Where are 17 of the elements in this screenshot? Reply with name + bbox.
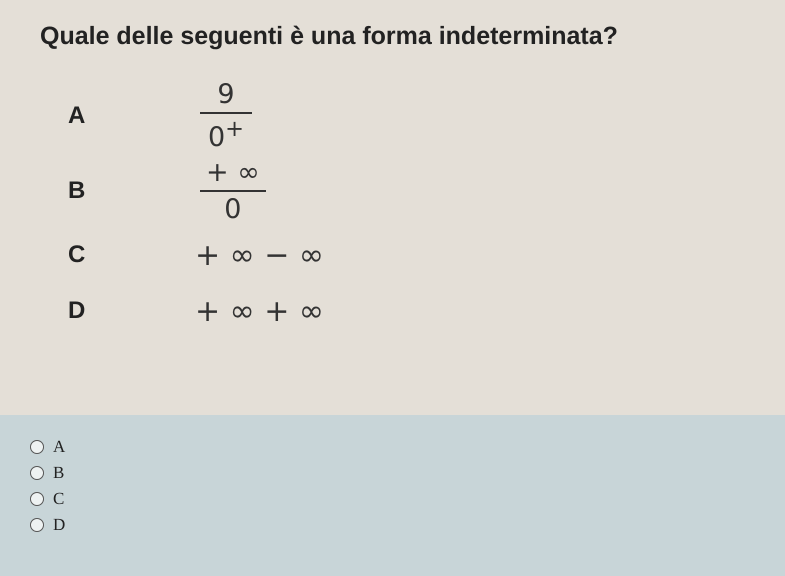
choice-label[interactable]: A	[53, 437, 66, 457]
choice-label[interactable]: B	[53, 463, 64, 483]
math-expression: + ∞ + ∞	[195, 294, 324, 328]
option-letter: A	[67, 102, 86, 130]
radio-button[interactable]	[30, 518, 44, 532]
radio-button[interactable]	[30, 440, 44, 454]
choice-label[interactable]: C	[53, 489, 64, 509]
option-letter: D	[67, 297, 86, 325]
option-letter: B	[67, 177, 86, 205]
question-text: Quale delle seguenti è una forma indeterminata?	[40, 22, 619, 51]
option-letter: C	[67, 241, 86, 269]
fraction: + ∞ 0	[200, 157, 266, 225]
choice-label[interactable]: D	[53, 515, 66, 535]
fraction: 9 0$^{+}$	[200, 79, 252, 153]
radio-button[interactable]	[30, 492, 44, 506]
radio-button[interactable]	[30, 466, 44, 480]
math-expression: + ∞ − ∞	[195, 238, 324, 272]
